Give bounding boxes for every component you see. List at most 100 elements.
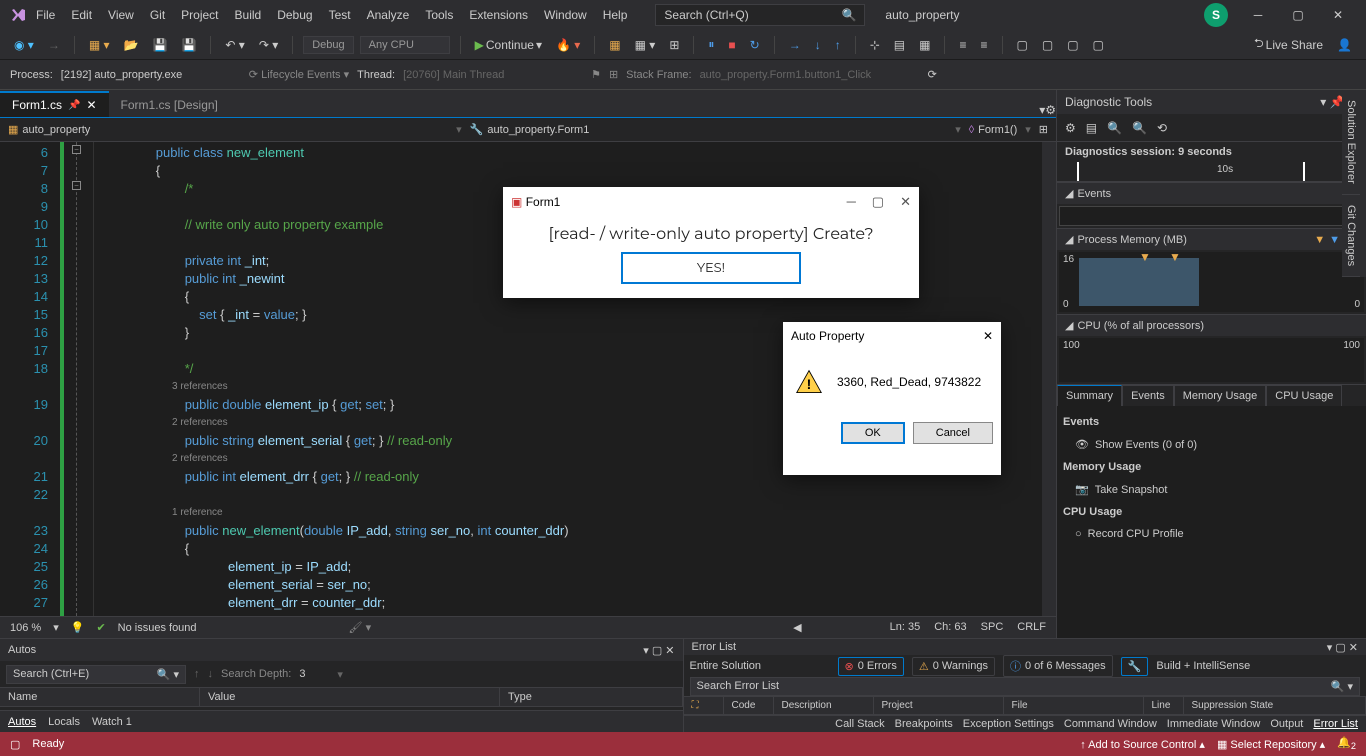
step-into-button[interactable]: → xyxy=(785,36,805,54)
redo-button[interactable]: ↷ ▾ xyxy=(255,36,282,54)
col-value[interactable]: Value xyxy=(200,688,500,706)
step-over-button[interactable]: ↓ xyxy=(811,36,825,54)
feedback-button[interactable]: 👤 xyxy=(1333,36,1356,54)
errorlist-dropdown-icon[interactable]: ▾ xyxy=(1327,642,1333,654)
stop-button[interactable]: ■ xyxy=(724,36,739,54)
menu-analyze[interactable]: Analyze xyxy=(359,4,418,26)
tab-immediate[interactable]: Immediate Window xyxy=(1167,718,1261,730)
indent-tool-1[interactable]: ≡ xyxy=(955,36,970,54)
brush-icon[interactable]: 🖌 ▾ xyxy=(349,621,372,634)
select-repository[interactable]: ▦ Select Repository ▴ xyxy=(1217,738,1325,751)
line-ending[interactable]: CRLF xyxy=(1017,621,1046,634)
diag-reset-icon[interactable]: ⟲ xyxy=(1157,121,1167,135)
process-dropdown[interactable]: [2192] auto_property.exe xyxy=(61,69,241,81)
warnings-pill[interactable]: ⚠0 Warnings xyxy=(912,657,995,676)
issues-status[interactable]: No issues found xyxy=(118,622,197,634)
tab-callstack[interactable]: Call Stack xyxy=(835,718,885,730)
debug-tool-1[interactable]: ⊹ xyxy=(866,36,884,54)
collapse-icon[interactable]: − xyxy=(72,181,81,190)
undo-button[interactable]: ↶ ▾ xyxy=(221,36,248,54)
open-button[interactable]: 📂 xyxy=(120,36,143,54)
diag-events-header[interactable]: ◢ Events xyxy=(1057,183,1366,204)
bookmark-4[interactable]: ▢ xyxy=(1089,36,1108,54)
menu-build[interactable]: Build xyxy=(227,4,270,26)
scroll-left[interactable]: ◀ xyxy=(793,621,801,634)
nav-up-icon[interactable]: ↑ xyxy=(194,668,200,680)
close-button[interactable]: ✕ xyxy=(1318,3,1358,27)
diag-settings-icon[interactable]: ⚙ xyxy=(1065,121,1076,135)
bookmark-1[interactable]: ▢ xyxy=(1013,36,1032,54)
tab-output[interactable]: Output xyxy=(1270,718,1303,730)
pause-button[interactable]: ⏸ xyxy=(704,35,718,54)
nav-back-button[interactable]: ◉ ▾ xyxy=(10,36,38,54)
diag-tab-events[interactable]: Events xyxy=(1122,385,1174,406)
nav-forward-button[interactable]: → xyxy=(44,36,64,54)
user-avatar[interactable]: S xyxy=(1204,3,1228,27)
git-changes-tab[interactable]: Git Changes xyxy=(1342,195,1360,277)
messages-pill[interactable]: ⓘ0 of 6 Messages xyxy=(1003,655,1113,677)
hot-reload-button[interactable]: 🔥 ▾ xyxy=(552,36,584,54)
thread-icon[interactable]: ⊞ xyxy=(609,68,618,81)
scope-dropdown[interactable]: Entire Solution xyxy=(690,660,830,672)
col-supp[interactable]: Suppression State xyxy=(1184,697,1366,714)
menu-git[interactable]: Git xyxy=(142,4,173,26)
tab-command[interactable]: Command Window xyxy=(1064,718,1157,730)
notifications[interactable]: 🔔2 xyxy=(1337,736,1356,751)
diag-tab-memory[interactable]: Memory Usage xyxy=(1174,385,1267,406)
tool-icon-3[interactable]: ⊞ xyxy=(665,36,683,54)
dialog-maximize-icon[interactable]: ▢ xyxy=(872,194,884,210)
menu-edit[interactable]: Edit xyxy=(63,4,100,26)
crumb-namespace[interactable]: ▦ auto_property xyxy=(8,123,90,136)
menu-project[interactable]: Project xyxy=(173,4,226,26)
tab-form1-design[interactable]: Form1.cs [Design] xyxy=(109,91,230,117)
diag-cpu-header[interactable]: ◢ CPU (% of all processors) xyxy=(1057,315,1366,336)
depth-dropdown[interactable]: 3 xyxy=(299,668,329,680)
record-cpu-link[interactable]: ○Record CPU Profile xyxy=(1063,522,1360,546)
lightbulb-icon[interactable]: 💡 xyxy=(71,621,85,634)
tab-exception[interactable]: Exception Settings xyxy=(963,718,1054,730)
dialog-minimize-icon[interactable]: ─ xyxy=(847,194,856,210)
build-pill[interactable]: 🔧 xyxy=(1121,657,1149,676)
autos-search[interactable]: Search (Ctrl+E)🔍 ▾ xyxy=(6,665,186,684)
show-events-link[interactable]: 👁Show Events (0 of 0) xyxy=(1063,432,1360,457)
menu-tools[interactable]: Tools xyxy=(417,4,461,26)
menu-window[interactable]: Window xyxy=(536,4,595,26)
config-dropdown[interactable]: Debug xyxy=(303,36,353,54)
indent-tool-2[interactable]: ≡ xyxy=(976,36,991,54)
tab-watch[interactable]: Watch 1 xyxy=(92,716,132,728)
diag-tab-cpu[interactable]: CPU Usage xyxy=(1266,385,1342,406)
col-type[interactable]: Type xyxy=(500,688,683,706)
lifecycle-events[interactable]: ⟳ Lifecycle Events ▾ xyxy=(249,68,349,81)
menu-debug[interactable]: Debug xyxy=(269,4,320,26)
crumb-method[interactable]: ◊ Form1() xyxy=(969,124,1018,136)
tool-icon-2[interactable]: ▦ ▾ xyxy=(631,36,660,54)
debug-misc-icon[interactable]: ⟳ xyxy=(928,68,937,81)
col-line[interactable]: Line xyxy=(1144,697,1184,714)
autos-pin-icon[interactable]: ▢ xyxy=(652,645,662,657)
diag-memory-header[interactable]: ◢ Process Memory (MB) ▼▼ ●P xyxy=(1057,229,1366,250)
diag-timeline[interactable]: 10s xyxy=(1057,162,1366,182)
collapse-icon[interactable]: − xyxy=(72,145,81,154)
zoom-level[interactable]: 106 % xyxy=(10,622,41,634)
errors-pill[interactable]: ⊗0 Errors xyxy=(838,657,904,676)
platform-dropdown[interactable]: Any CPU xyxy=(360,36,450,54)
save-all-button[interactable]: 💾 xyxy=(177,36,200,54)
errorlist-search[interactable]: Search Error List🔍 ▾ xyxy=(690,677,1361,696)
new-project-button[interactable]: ▦ ▾ xyxy=(85,36,114,54)
yes-button[interactable]: YES! xyxy=(621,252,801,284)
take-snapshot-link[interactable]: 📷Take Snapshot xyxy=(1063,477,1360,502)
col-file[interactable]: File xyxy=(1004,697,1144,714)
minimize-button[interactable]: ─ xyxy=(1238,3,1278,27)
thread-dropdown[interactable]: [20760] Main Thread xyxy=(403,69,583,81)
dialog-close-icon[interactable]: ✕ xyxy=(900,194,911,210)
diag-dropdown-icon[interactable]: ▾ xyxy=(1320,95,1326,109)
add-source-control[interactable]: ↑ Add to Source Control ▴ xyxy=(1080,738,1205,751)
diag-memory-chart[interactable]: 16 16 ▼ ▼ 0 0 xyxy=(1059,252,1364,312)
errorlist-close-icon[interactable]: ✕ xyxy=(1349,642,1358,654)
split-icon[interactable]: ⊞ xyxy=(1039,123,1048,136)
pin-icon[interactable]: 📌 xyxy=(68,100,80,111)
errorlist-pin-icon[interactable]: ▢ xyxy=(1335,642,1345,654)
menu-file[interactable]: File xyxy=(28,4,63,26)
col-icon[interactable]: ⛶ xyxy=(684,697,724,714)
tab-form1-cs[interactable]: Form1.cs 📌 ✕ xyxy=(0,91,109,117)
